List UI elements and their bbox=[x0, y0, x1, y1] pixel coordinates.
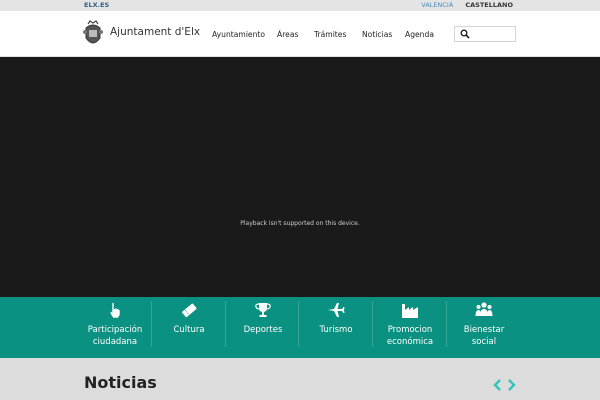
header: Ajuntament d'Elx Ayuntamiento Áreas Trám… bbox=[0, 11, 600, 57]
carousel-controls bbox=[493, 379, 516, 391]
nav-item-areas[interactable]: Áreas bbox=[277, 30, 298, 39]
video-player[interactable]: Playback isn't supported on this device. bbox=[0, 57, 600, 297]
category-promocion[interactable]: Promocion económica bbox=[373, 297, 447, 358]
category-participacion[interactable]: Participación ciudadana bbox=[78, 297, 152, 358]
chevron-right-icon[interactable] bbox=[508, 379, 516, 391]
factory-icon bbox=[402, 304, 418, 318]
nav-item-noticias[interactable]: Noticias bbox=[362, 30, 392, 39]
category-bienestar[interactable]: Bienestar social bbox=[447, 297, 521, 358]
top-bar: ELX.ES VALENCIÀ CASTELLANO bbox=[0, 0, 600, 11]
lang-valencia-link[interactable]: VALENCIÀ bbox=[421, 1, 453, 9]
news-heading: Noticias bbox=[84, 373, 157, 392]
category-label: Participación ciudadana bbox=[87, 325, 143, 347]
category-turismo[interactable]: Turismo bbox=[299, 297, 373, 358]
chevron-left-icon[interactable] bbox=[493, 379, 501, 391]
plane-icon bbox=[328, 303, 345, 317]
trophy-icon bbox=[255, 303, 271, 317]
category-label: Bienestar social bbox=[463, 325, 505, 347]
category-bar: Participación ciudadana Cultura Deportes bbox=[0, 297, 600, 358]
lang-castellano-link[interactable]: CASTELLANO bbox=[465, 1, 513, 9]
people-icon bbox=[475, 302, 493, 316]
coat-of-arms-logo[interactable] bbox=[82, 20, 104, 50]
ticket-icon bbox=[182, 303, 197, 318]
search-icon[interactable] bbox=[460, 29, 470, 39]
playback-message: Playback isn't supported on this device. bbox=[240, 220, 360, 227]
hand-pointer-icon bbox=[109, 302, 121, 319]
category-label: Turismo bbox=[319, 325, 353, 335]
category-label: Promocion económica bbox=[386, 325, 434, 347]
news-section: Noticias bbox=[0, 358, 600, 400]
category-deportes[interactable]: Deportes bbox=[226, 297, 300, 358]
brand-name[interactable]: Ajuntament d'Elx bbox=[110, 26, 200, 38]
category-cultura[interactable]: Cultura bbox=[152, 297, 226, 358]
nav-item-ayuntamiento[interactable]: Ayuntamiento bbox=[212, 30, 265, 39]
category-label: Deportes bbox=[243, 325, 283, 335]
nav-item-tramites[interactable]: Trámites bbox=[314, 30, 346, 39]
search-box[interactable] bbox=[454, 26, 516, 42]
category-label: Cultura bbox=[173, 325, 205, 335]
language-switcher: VALENCIÀ CASTELLANO bbox=[411, 0, 513, 11]
site-link[interactable]: ELX.ES bbox=[84, 0, 109, 11]
nav-item-agenda[interactable]: Agenda bbox=[405, 30, 434, 39]
